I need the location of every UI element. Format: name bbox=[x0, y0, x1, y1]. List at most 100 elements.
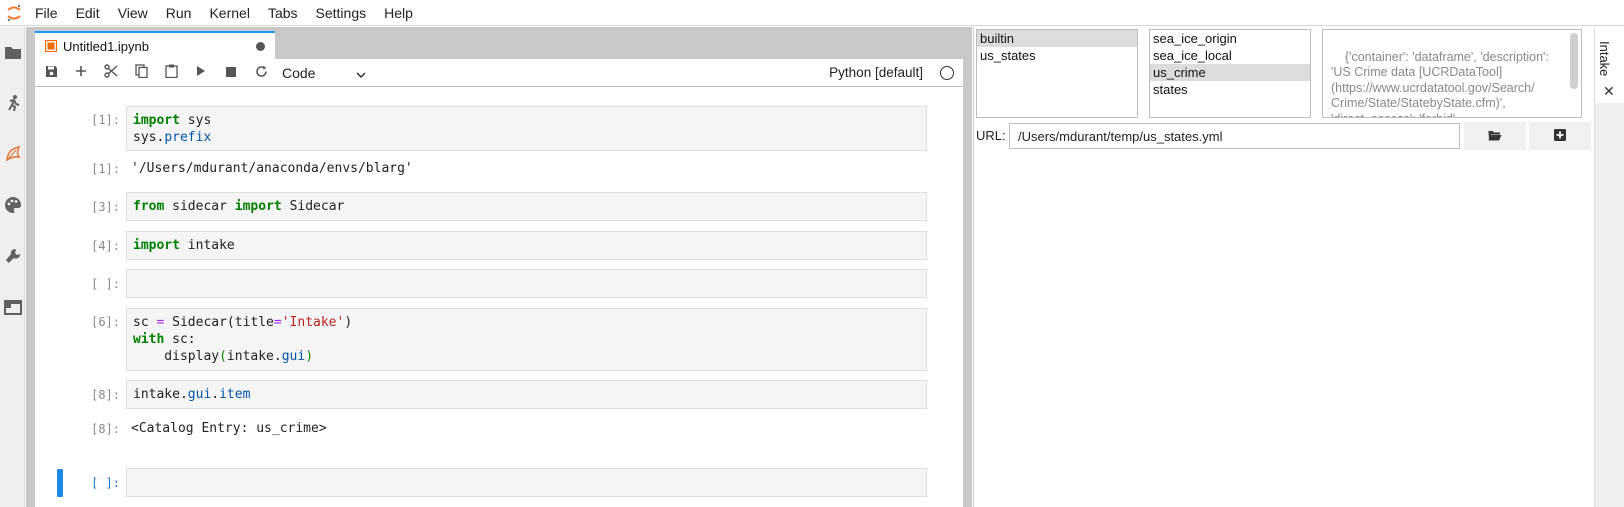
code-text: intake bbox=[187, 238, 235, 253]
palette-icon[interactable] bbox=[2, 194, 23, 216]
tab-title: Untitled1.ipynb bbox=[63, 38, 149, 54]
catalog-list[interactable]: builtin us_states bbox=[976, 29, 1138, 118]
menu-run[interactable]: Run bbox=[157, 0, 201, 26]
source-item-us-crime[interactable]: us_crime bbox=[1150, 64, 1310, 81]
catalog-item-us-states[interactable]: us_states bbox=[977, 47, 1137, 64]
add-catalog-button[interactable] bbox=[1529, 122, 1591, 150]
keyword: import bbox=[133, 113, 180, 128]
source-item-states[interactable]: states bbox=[1150, 81, 1310, 98]
source-item-sea-ice-local[interactable]: sea_ice_local bbox=[1150, 47, 1310, 64]
code-cell-active[interactable] bbox=[126, 468, 927, 497]
code-cell-1[interactable]: import sys sys.prefix bbox=[126, 106, 927, 151]
menu-edit[interactable]: Edit bbox=[67, 0, 109, 26]
kernel-name[interactable]: Python [default] bbox=[829, 59, 923, 87]
tab-untitled1-notebook[interactable]: Untitled1.ipynb bbox=[35, 31, 275, 59]
keyword: from bbox=[133, 199, 165, 214]
document-tab-bar: Untitled1.ipynb bbox=[26, 27, 972, 59]
paste-button[interactable] bbox=[156, 59, 186, 87]
code-attr: item bbox=[219, 387, 251, 402]
keyword: with bbox=[133, 332, 165, 347]
restart-kernel-button[interactable] bbox=[246, 59, 276, 87]
run-cell-button[interactable] bbox=[186, 59, 216, 87]
tab-intake[interactable]: Intake ✕ bbox=[1595, 27, 1624, 103]
menu-settings[interactable]: Settings bbox=[307, 0, 376, 26]
intake-extension-icon[interactable] bbox=[2, 143, 23, 165]
url-label: URL: bbox=[976, 128, 1006, 143]
chevron-down-icon bbox=[356, 65, 366, 81]
code-text: intake. bbox=[133, 387, 188, 402]
interrupt-kernel-button[interactable] bbox=[216, 59, 246, 87]
code-text: sys bbox=[187, 113, 212, 128]
code-string: 'Intake' bbox=[281, 315, 345, 330]
unsaved-indicator-icon[interactable] bbox=[256, 41, 265, 51]
code-text: Sidecar bbox=[289, 199, 345, 214]
scissors-icon bbox=[104, 64, 118, 81]
url-input[interactable] bbox=[1009, 123, 1460, 149]
description-scrollbar[interactable] bbox=[1570, 33, 1578, 89]
code-paren: ( bbox=[219, 349, 227, 364]
close-icon[interactable]: ✕ bbox=[1603, 83, 1615, 100]
code-cell-3[interactable]: from sidecar import Sidecar bbox=[126, 192, 927, 221]
output-1-text: '/Users/mdurant/anaconda/envs/blarg' bbox=[131, 161, 413, 176]
keyword: import bbox=[133, 238, 180, 253]
code-text: display bbox=[133, 349, 220, 364]
save-button[interactable] bbox=[36, 59, 66, 87]
code-cell-6[interactable]: sc = Sidecar(title='Intake') with sc: di… bbox=[126, 308, 927, 371]
folder-open-icon bbox=[1488, 129, 1502, 144]
code-text: Sidecar(title bbox=[164, 315, 274, 330]
clipboard-icon bbox=[164, 64, 178, 81]
left-sidebar bbox=[0, 27, 25, 507]
insert-cell-button[interactable] bbox=[66, 59, 96, 87]
code-cell-4[interactable]: import intake bbox=[126, 231, 927, 260]
jupyter-logo-icon[interactable] bbox=[2, 0, 26, 26]
cell-8-prompt: [8]: bbox=[91, 388, 120, 402]
cell-3-prompt: [3]: bbox=[91, 200, 120, 214]
cell-type-value: Code bbox=[282, 64, 316, 81]
catalog-item-builtin[interactable]: builtin bbox=[977, 30, 1137, 47]
running-icon[interactable] bbox=[2, 92, 23, 114]
code-text: sc: bbox=[164, 332, 196, 347]
tabs-icon[interactable] bbox=[2, 296, 23, 318]
menu-help[interactable]: Help bbox=[375, 0, 422, 26]
main-dock-area: Untitled1.ipynb Code Python [default] [1… bbox=[26, 27, 972, 507]
code-attr: prefix bbox=[164, 130, 212, 145]
code-attr: gui bbox=[187, 387, 212, 402]
cut-button[interactable] bbox=[96, 59, 126, 87]
plus-icon bbox=[75, 65, 87, 80]
kernel-idle-status-icon bbox=[940, 66, 954, 80]
cell-type-dropdown[interactable]: Code bbox=[282, 65, 366, 81]
code-cell-5[interactable] bbox=[126, 269, 927, 298]
copy-button[interactable] bbox=[126, 59, 156, 87]
menu-tabs[interactable]: Tabs bbox=[259, 0, 307, 26]
notebook-icon bbox=[44, 39, 58, 53]
source-list[interactable]: sea_ice_origin sea_ice_local us_crime st… bbox=[1149, 29, 1311, 118]
menu-view[interactable]: View bbox=[109, 0, 157, 26]
tab-intake-label: Intake bbox=[1597, 41, 1612, 77]
plus-square-icon bbox=[1554, 128, 1566, 144]
source-item-sea-ice-origin[interactable]: sea_ice_origin bbox=[1150, 30, 1310, 47]
output-8-text: <Catalog Entry: us_crime> bbox=[131, 421, 327, 436]
code-cell-8[interactable]: intake.gui.item bbox=[126, 380, 927, 409]
keyword: import bbox=[234, 199, 282, 214]
notebook-panel: Code Python [default] [1]: import sys sy… bbox=[35, 59, 963, 507]
menu-file[interactable]: File bbox=[26, 0, 67, 26]
open-file-button[interactable] bbox=[1464, 122, 1526, 150]
cell-9-prompt: [ ]: bbox=[91, 476, 120, 490]
wrench-icon[interactable] bbox=[2, 245, 23, 267]
output-8-prompt: [8]: bbox=[91, 422, 120, 436]
menu-kernel[interactable]: Kernel bbox=[200, 0, 258, 26]
cell-5-prompt: [ ]: bbox=[91, 277, 120, 291]
cell-1-prompt: [1]: bbox=[91, 113, 120, 127]
play-icon bbox=[196, 65, 206, 80]
source-description-textarea[interactable]: {'container': 'dataframe', 'description'… bbox=[1322, 29, 1582, 118]
source-description-text: {'container': 'dataframe', 'description'… bbox=[1331, 49, 1549, 118]
operator: = bbox=[273, 315, 282, 330]
folder-icon[interactable] bbox=[2, 41, 23, 63]
notebook-toolbar: Code Python [default] bbox=[35, 59, 963, 87]
copy-icon bbox=[134, 64, 148, 81]
code-text: sc bbox=[133, 315, 157, 330]
output-1-prompt: [1]: bbox=[91, 162, 120, 176]
code-text: sys. bbox=[133, 130, 165, 145]
right-sidebar: Intake ✕ bbox=[1594, 27, 1624, 507]
code-paren: ) bbox=[305, 349, 314, 364]
